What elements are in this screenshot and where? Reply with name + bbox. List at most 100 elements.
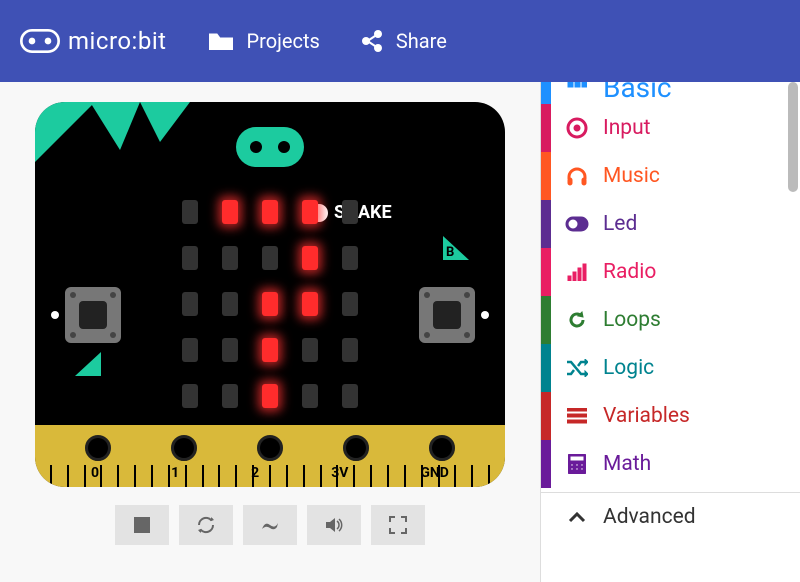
led: [222, 338, 238, 362]
mute-button[interactable]: [307, 505, 361, 545]
led: [262, 338, 278, 362]
projects-label: Projects: [247, 29, 320, 53]
category-color-bar: [541, 493, 551, 540]
category-color-bar: [541, 344, 551, 392]
category-label: Logic: [603, 356, 654, 380]
led: [302, 200, 318, 224]
led: [182, 246, 198, 270]
led: [342, 246, 358, 270]
category-color-bar: [541, 152, 551, 200]
led: [222, 384, 238, 408]
logo-text: micro:bit: [68, 27, 167, 55]
led: [302, 384, 318, 408]
led: [182, 292, 198, 316]
led: [262, 246, 278, 270]
led: [302, 292, 318, 316]
slow-mo-button[interactable]: [243, 505, 297, 545]
scrollbar[interactable]: [788, 82, 798, 192]
led: [342, 338, 358, 362]
led: [182, 384, 198, 408]
restart-button[interactable]: [179, 505, 233, 545]
button-a-label: A: [75, 352, 101, 376]
category-color-bar: [541, 248, 551, 296]
category-basic[interactable]: Basic: [541, 82, 800, 104]
simulator-area: SHAKE A B 0123VGND: [0, 82, 540, 582]
category-led[interactable]: Led: [541, 200, 800, 248]
category-label: Advanced: [603, 505, 696, 529]
led: [182, 200, 198, 224]
pin-hole[interactable]: [425, 431, 459, 465]
led: [222, 200, 238, 224]
toggle-icon: [557, 204, 597, 244]
category-label: Led: [603, 212, 637, 236]
led: [262, 200, 278, 224]
stop-button[interactable]: [115, 505, 169, 545]
category-color-bar: [541, 104, 551, 152]
category-color-bar: [541, 82, 551, 104]
button-a[interactable]: [65, 287, 121, 343]
led: [302, 338, 318, 362]
category-loops[interactable]: Loops: [541, 296, 800, 344]
pin-hole[interactable]: [81, 431, 115, 465]
target-icon: [557, 108, 597, 148]
led: [222, 292, 238, 316]
category-label: Loops: [603, 308, 661, 332]
list-icon: [557, 396, 597, 436]
fullscreen-button[interactable]: [371, 505, 425, 545]
led: [342, 384, 358, 408]
category-music[interactable]: Music: [541, 152, 800, 200]
category-label: Variables: [603, 404, 690, 428]
microbit-logo-icon: [20, 28, 60, 54]
led-matrix: [178, 197, 362, 411]
led: [262, 292, 278, 316]
main: SHAKE A B 0123VGND: [0, 82, 800, 582]
category-label: Math: [603, 452, 651, 476]
button-b-label: B: [443, 236, 469, 260]
header: micro:bit Projects Share: [0, 0, 800, 82]
pin-connector: 0123VGND: [35, 425, 505, 487]
microbit-face-icon: [236, 127, 304, 167]
button-b[interactable]: [419, 287, 475, 343]
signal-icon: [557, 252, 597, 292]
headphones-icon: [557, 156, 597, 196]
category-label: Music: [603, 164, 660, 188]
led: [342, 292, 358, 316]
pin-hole[interactable]: [339, 431, 373, 465]
decoration: [35, 102, 95, 162]
projects-button[interactable]: Projects: [207, 29, 320, 53]
pin-hole[interactable]: [253, 431, 287, 465]
share-label: Share: [396, 29, 447, 53]
led: [222, 246, 238, 270]
led: [302, 246, 318, 270]
grid-icon: [557, 82, 597, 104]
chevron-icon: [557, 497, 597, 537]
folder-icon: [207, 30, 235, 52]
led: [182, 338, 198, 362]
category-sidebar: Basic Input Music Led Radio Loops Logic Variabl…: [540, 82, 800, 582]
category-input[interactable]: Input: [541, 104, 800, 152]
calculator-icon: [557, 444, 597, 484]
microbit-simulator: SHAKE A B 0123VGND: [35, 102, 505, 487]
category-color-bar: [541, 392, 551, 440]
shuffle-icon: [557, 348, 597, 388]
category-color-bar: [541, 296, 551, 344]
led: [262, 384, 278, 408]
logo[interactable]: micro:bit: [20, 27, 167, 55]
led: [342, 200, 358, 224]
category-color-bar: [541, 200, 551, 248]
category-variables[interactable]: Variables: [541, 392, 800, 440]
category-label: Basic: [603, 82, 672, 104]
share-icon: [360, 29, 384, 53]
simulator-controls: [115, 505, 425, 545]
category-label: Input: [603, 116, 651, 140]
redo-icon: [557, 300, 597, 340]
decoration: [90, 102, 200, 157]
category-radio[interactable]: Radio: [541, 248, 800, 296]
category-math[interactable]: Math: [541, 440, 800, 488]
pin-hole[interactable]: [167, 431, 201, 465]
category-advanced[interactable]: Advanced: [541, 492, 800, 540]
category-logic[interactable]: Logic: [541, 344, 800, 392]
share-button[interactable]: Share: [360, 29, 447, 53]
category-color-bar: [541, 440, 551, 488]
category-label: Radio: [603, 260, 656, 284]
